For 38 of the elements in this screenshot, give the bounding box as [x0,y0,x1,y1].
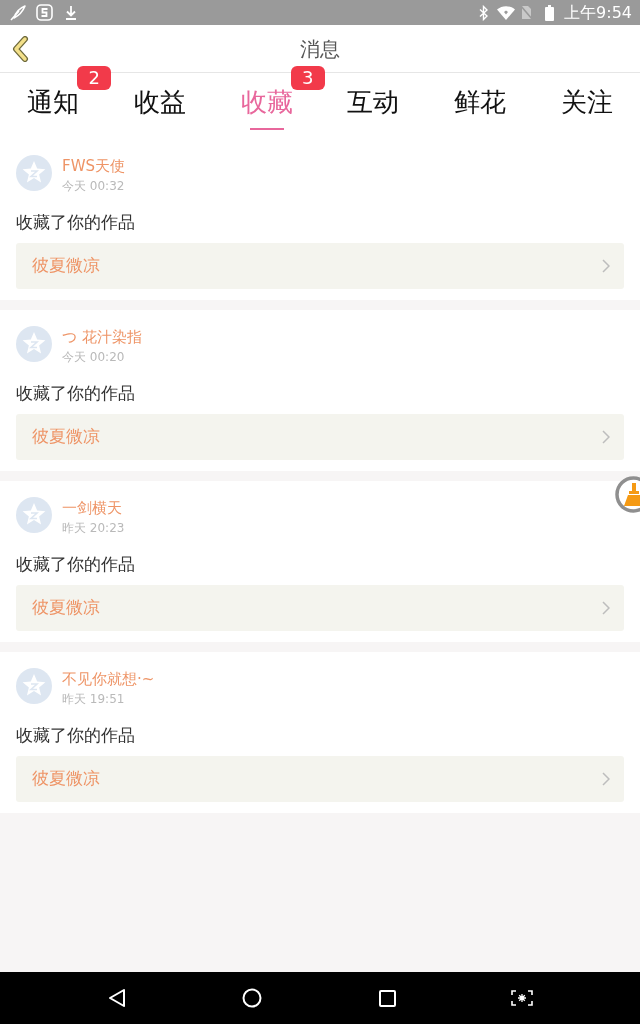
chevron-right-icon [602,259,610,273]
user-name[interactable]: 一剑横天 [62,499,125,517]
feather-icon [10,4,26,21]
tab[interactable]: 鲜花 [426,73,534,139]
tab[interactable]: 关注 [533,73,640,139]
message-time: 昨天 20:23 [62,520,125,536]
message-time: 今天 00:32 [62,178,125,194]
battery-icon [545,4,555,21]
chevron-right-icon [602,430,610,444]
message-text: 收藏了你的作品 [16,553,136,576]
count-badge: 2 [77,66,112,90]
star-avatar-icon [16,497,52,533]
bluetooth-icon [479,4,489,21]
message-time: 今天 00:20 [62,349,126,365]
download-icon [65,5,77,20]
broom-icon[interactable] [615,476,640,513]
star-avatar-icon [16,155,52,191]
work-link[interactable]: 彼夏微凉 [16,585,624,631]
star-avatar-icon [16,326,52,362]
work-link[interactable]: 彼夏微凉 [16,756,624,802]
count-badge: 3 [290,66,325,90]
wifi-icon [497,5,516,20]
page-title: 消息 [300,35,340,63]
user-name[interactable]: FWS天使 [62,157,125,175]
message-time: 昨天 19:51 [62,691,126,707]
message-text: 收藏了你的作品 [16,382,136,405]
star-avatar-icon [16,668,52,704]
chevron-right-icon [602,772,610,786]
work-link[interactable]: 彼夏微凉 [16,243,624,289]
chevron-right-icon [602,601,610,615]
work-link[interactable]: 彼夏微凉 [16,414,624,460]
user-name[interactable]: 不见你就想·~ [62,670,155,688]
no-sim-icon [521,5,533,20]
status-time: 上午9:54 [564,2,632,23]
app-logo-icon [36,4,53,21]
message-text: 收藏了你的作品 [16,211,136,234]
user-name[interactable]: つ 花汁染指 [62,328,142,346]
message-text: 收藏了你的作品 [16,724,136,747]
